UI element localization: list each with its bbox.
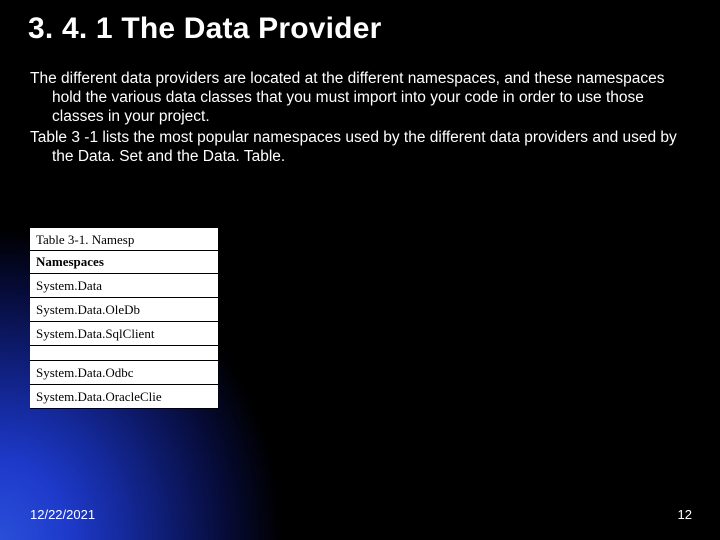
table-row xyxy=(30,346,218,361)
namespace-table: Table 3-1. Namesp Namespaces System.Data… xyxy=(30,228,218,409)
table-row: System.Data.OracleClie xyxy=(30,385,218,409)
table-row: System.Data.OleDb xyxy=(30,298,218,322)
slide-title: 3. 4. 1 The Data Provider xyxy=(28,12,381,46)
paragraph-1: The different data providers are located… xyxy=(30,70,690,127)
table-header: Namespaces xyxy=(30,251,218,274)
table-caption: Table 3-1. Namesp xyxy=(30,228,218,251)
footer-date: 12/22/2021 xyxy=(30,507,95,522)
table-row: System.Data.SqlClient xyxy=(30,322,218,346)
slide: 3. 4. 1 The Data Provider The different … xyxy=(0,0,720,540)
table-row: System.Data xyxy=(30,274,218,298)
footer-page-number: 12 xyxy=(678,507,692,522)
paragraph-2: Table 3 -1 lists the most popular namesp… xyxy=(30,129,690,167)
table-row: System.Data.Odbc xyxy=(30,361,218,385)
body-text: The different data providers are located… xyxy=(30,70,690,169)
